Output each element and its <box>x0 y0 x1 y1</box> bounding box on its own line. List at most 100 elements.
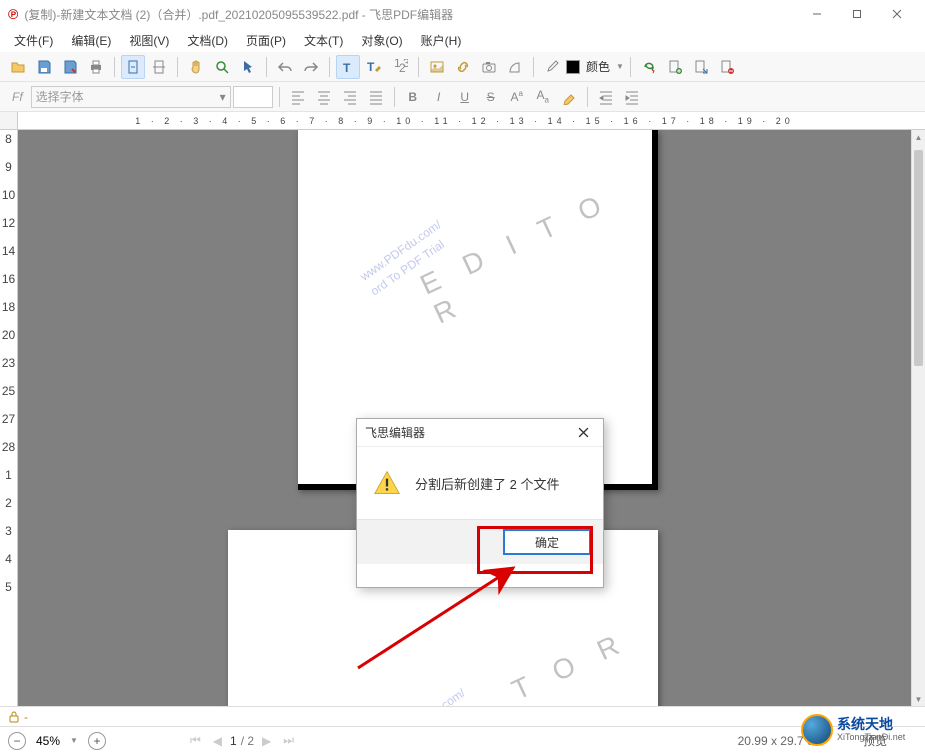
dialog-footer: 确定 <box>357 519 603 564</box>
lock-dash: - <box>24 710 28 724</box>
line-spacing-icon[interactable]: 123 <box>388 55 412 79</box>
ok-button[interactable]: 确定 <box>503 529 591 555</box>
svg-text:3: 3 <box>403 59 408 70</box>
scroll-down-icon[interactable]: ▼ <box>912 692 925 706</box>
color-swatch[interactable] <box>566 60 580 74</box>
ruler-horizontal: 1 · 2 · 3 · 4 · 5 · 6 · 7 · 8 · 9 · 10 ·… <box>0 112 925 130</box>
image-tool-icon[interactable] <box>425 55 449 79</box>
lock-bar: - <box>0 706 925 726</box>
align-right-icon[interactable] <box>338 85 362 109</box>
scroll-up-icon[interactable]: ▲ <box>912 130 925 144</box>
menu-document[interactable]: 文档(D) <box>179 30 236 51</box>
current-page[interactable]: 1 <box>230 734 237 748</box>
indent-icon[interactable] <box>594 85 618 109</box>
next-page-icon[interactable]: ▶ <box>258 734 275 748</box>
menubar: 文件(F) 编辑(E) 视图(V) 文档(D) 页面(P) 文本(T) 对象(O… <box>0 28 925 52</box>
menu-file[interactable]: 文件(F) <box>6 30 61 51</box>
align-justify-icon[interactable] <box>364 85 388 109</box>
close-button[interactable] <box>877 0 917 28</box>
dialog-titlebar: 飞思编辑器 <box>357 419 603 447</box>
alert-dialog: 飞思编辑器 分割后新创建了 2 个文件 确定 <box>356 418 604 588</box>
open-icon[interactable] <box>6 55 30 79</box>
separator <box>630 57 631 77</box>
separator <box>266 57 267 77</box>
chevron-down-icon: ▾ <box>220 90 226 104</box>
hand-icon[interactable] <box>184 55 208 79</box>
dropdown-icon[interactable]: ▼ <box>70 736 78 745</box>
zoom-in-button[interactable]: + <box>88 732 106 750</box>
refresh-icon[interactable] <box>637 55 661 79</box>
menu-object[interactable]: 对象(O) <box>353 30 410 51</box>
maximize-button[interactable] <box>837 0 877 28</box>
link-icon[interactable] <box>451 55 475 79</box>
menu-view[interactable]: 视图(V) <box>121 30 177 51</box>
add-page-icon[interactable] <box>663 55 687 79</box>
prev-page-icon[interactable]: ◀ <box>209 734 226 748</box>
zoom-icon[interactable] <box>210 55 234 79</box>
extract-page-icon[interactable] <box>689 55 713 79</box>
dialog-body: 分割后新创建了 2 个文件 <box>357 447 603 519</box>
menu-edit[interactable]: 编辑(E) <box>63 30 119 51</box>
align-center-icon[interactable] <box>312 85 336 109</box>
redo-icon[interactable] <box>299 55 323 79</box>
app-icon: ℗ <box>8 6 18 22</box>
last-page-icon[interactable]: ⏭ <box>279 733 298 748</box>
separator <box>279 87 280 107</box>
main-toolbar: T T 123 颜色 ▼ <box>0 52 925 82</box>
color-label: 颜色 <box>582 58 614 75</box>
watermark-url-2: PDFdu.com/o PDF Trial <box>404 684 479 706</box>
italic-icon[interactable]: I <box>427 85 451 109</box>
document-canvas[interactable]: www.PDFdu.com/ord To PDF Trial E D I T O… <box>18 130 911 706</box>
separator <box>418 57 419 77</box>
camera-icon[interactable] <box>477 55 501 79</box>
ruler-vertical: 8 9 10 12 14 16 18 20 23 25 27 28 1 2 3 … <box>0 130 18 706</box>
warning-icon <box>373 469 401 497</box>
fit-width-icon[interactable] <box>147 55 171 79</box>
eyedropper-icon[interactable] <box>540 55 564 79</box>
scrollbar-thumb[interactable] <box>914 150 923 366</box>
menu-account[interactable]: 账户(H) <box>413 30 470 51</box>
superscript-icon[interactable]: Aa <box>505 85 529 109</box>
subscript-icon[interactable]: Aa <box>531 85 555 109</box>
strikethrough-icon[interactable]: S <box>479 85 503 109</box>
menu-page[interactable]: 页面(P) <box>238 30 294 51</box>
dialog-close-button[interactable] <box>571 421 595 445</box>
underline-icon[interactable]: U <box>453 85 477 109</box>
dialog-message: 分割后新创建了 2 个文件 <box>415 474 559 493</box>
total-pages: / 2 <box>241 734 254 748</box>
undo-icon[interactable] <box>273 55 297 79</box>
watermark-editor: E D I T O R <box>415 174 654 331</box>
outdent-icon[interactable] <box>620 85 644 109</box>
separator <box>394 87 395 107</box>
shape-icon[interactable] <box>503 55 527 79</box>
text-tool-icon[interactable]: T <box>336 55 360 79</box>
highlight-icon[interactable] <box>557 85 581 109</box>
print-icon[interactable] <box>84 55 108 79</box>
svg-text:T: T <box>343 61 351 75</box>
zoom-out-button[interactable]: − <box>8 732 26 750</box>
lock-icon <box>8 711 20 723</box>
separator <box>177 57 178 77</box>
text-edit-icon[interactable]: T <box>362 55 386 79</box>
font-select[interactable]: 选择字体 ▾ <box>31 86 231 108</box>
font-placeholder: 选择字体 <box>36 88 84 105</box>
save-icon[interactable] <box>32 55 56 79</box>
svg-text:T: T <box>367 60 375 74</box>
separator <box>533 57 534 77</box>
bold-icon[interactable]: B <box>401 85 425 109</box>
pointer-icon[interactable] <box>236 55 260 79</box>
zoom-value: 45% <box>36 734 60 748</box>
badge-en: XiTongTianDi.net <box>837 733 905 743</box>
fit-page-icon[interactable] <box>121 55 145 79</box>
save-as-icon[interactable] <box>58 55 82 79</box>
vertical-scrollbar[interactable]: ▲ ▼ <box>911 130 925 706</box>
menu-text[interactable]: 文本(T) <box>296 30 351 51</box>
minimize-button[interactable] <box>797 0 837 28</box>
badge-cn: 系统天地 <box>837 717 905 732</box>
align-left-icon[interactable] <box>286 85 310 109</box>
first-page-icon[interactable]: ⏮ <box>186 733 205 748</box>
font-size-input[interactable] <box>233 86 273 108</box>
dropdown-icon[interactable]: ▼ <box>616 62 624 71</box>
workspace: 8 9 10 12 14 16 18 20 23 25 27 28 1 2 3 … <box>0 130 925 706</box>
delete-page-icon[interactable] <box>715 55 739 79</box>
